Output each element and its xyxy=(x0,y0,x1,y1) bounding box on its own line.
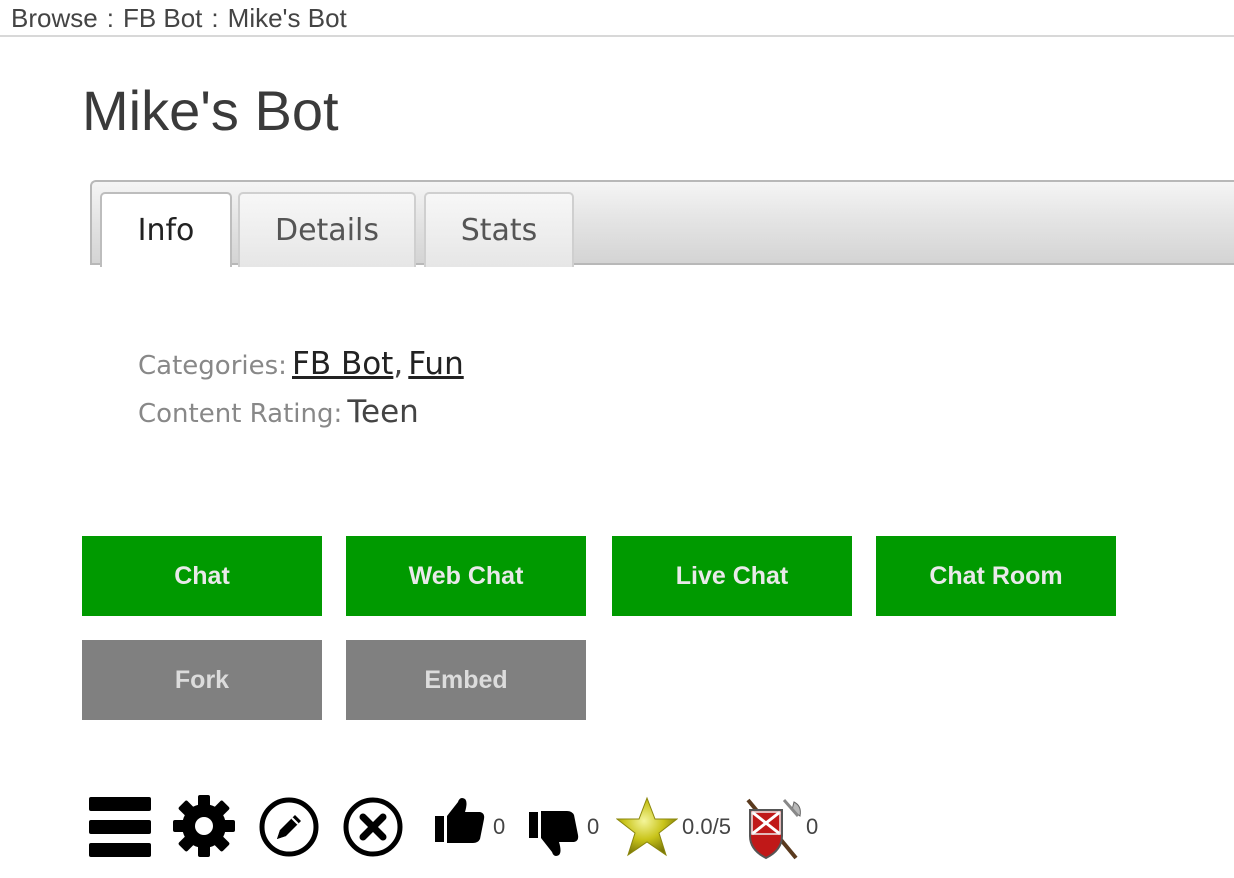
thumbs-up-icon[interactable] xyxy=(434,796,486,846)
gear-icon[interactable] xyxy=(172,794,236,858)
tab-stats[interactable]: Stats xyxy=(424,192,574,267)
flag-shield-icon[interactable] xyxy=(742,796,804,860)
tab-info[interactable]: Info xyxy=(100,192,232,267)
live-chat-button[interactable]: Live Chat xyxy=(612,536,852,616)
breadcrumb-current[interactable]: Mike's Bot xyxy=(228,3,347,33)
delete-icon[interactable] xyxy=(342,796,404,858)
category-separator: , xyxy=(393,346,404,382)
breadcrumb: Browse: FB Bot: Mike's Bot xyxy=(0,0,1234,37)
chat-button[interactable]: Chat xyxy=(82,536,322,616)
star-icon[interactable] xyxy=(616,796,678,858)
page-title: Mike's Bot xyxy=(82,79,339,142)
chat-room-button[interactable]: Chat Room xyxy=(876,536,1116,616)
content-rating-value: Teen xyxy=(347,394,419,430)
content-rating-row: Content Rating: Teen xyxy=(138,394,419,430)
thumbs-down-count: 0 xyxy=(587,814,600,839)
breadcrumb-separator: : xyxy=(211,3,219,33)
star-rating: 0.0/5 xyxy=(682,814,731,839)
web-chat-button[interactable]: Web Chat xyxy=(346,536,586,616)
categories-label: Categories: xyxy=(138,351,287,381)
breadcrumb-fb-bot[interactable]: FB Bot xyxy=(123,3,202,33)
tab-details[interactable]: Details xyxy=(238,192,416,267)
thumbs-down-icon[interactable] xyxy=(528,808,580,860)
category-link-fun[interactable]: Fun xyxy=(408,346,463,382)
categories-row: Categories: FB Bot, Fun xyxy=(138,346,464,382)
breadcrumb-browse[interactable]: Browse xyxy=(11,3,98,33)
category-link-fb-bot[interactable]: FB Bot xyxy=(292,346,393,382)
edit-icon[interactable] xyxy=(258,796,320,858)
page: Browse: FB Bot: Mike's Bot Mike's Bot Info… xyxy=(0,0,1234,878)
tab-bar: Info Details Stats xyxy=(90,180,1234,267)
flag-count: 0 xyxy=(806,814,819,839)
thumbs-up-count: 0 xyxy=(493,814,506,839)
fork-button[interactable]: Fork xyxy=(82,640,322,720)
content-rating-label: Content Rating: xyxy=(138,399,343,429)
menu-icon[interactable] xyxy=(88,796,152,858)
breadcrumb-separator: : xyxy=(106,3,114,33)
embed-button[interactable]: Embed xyxy=(346,640,586,720)
